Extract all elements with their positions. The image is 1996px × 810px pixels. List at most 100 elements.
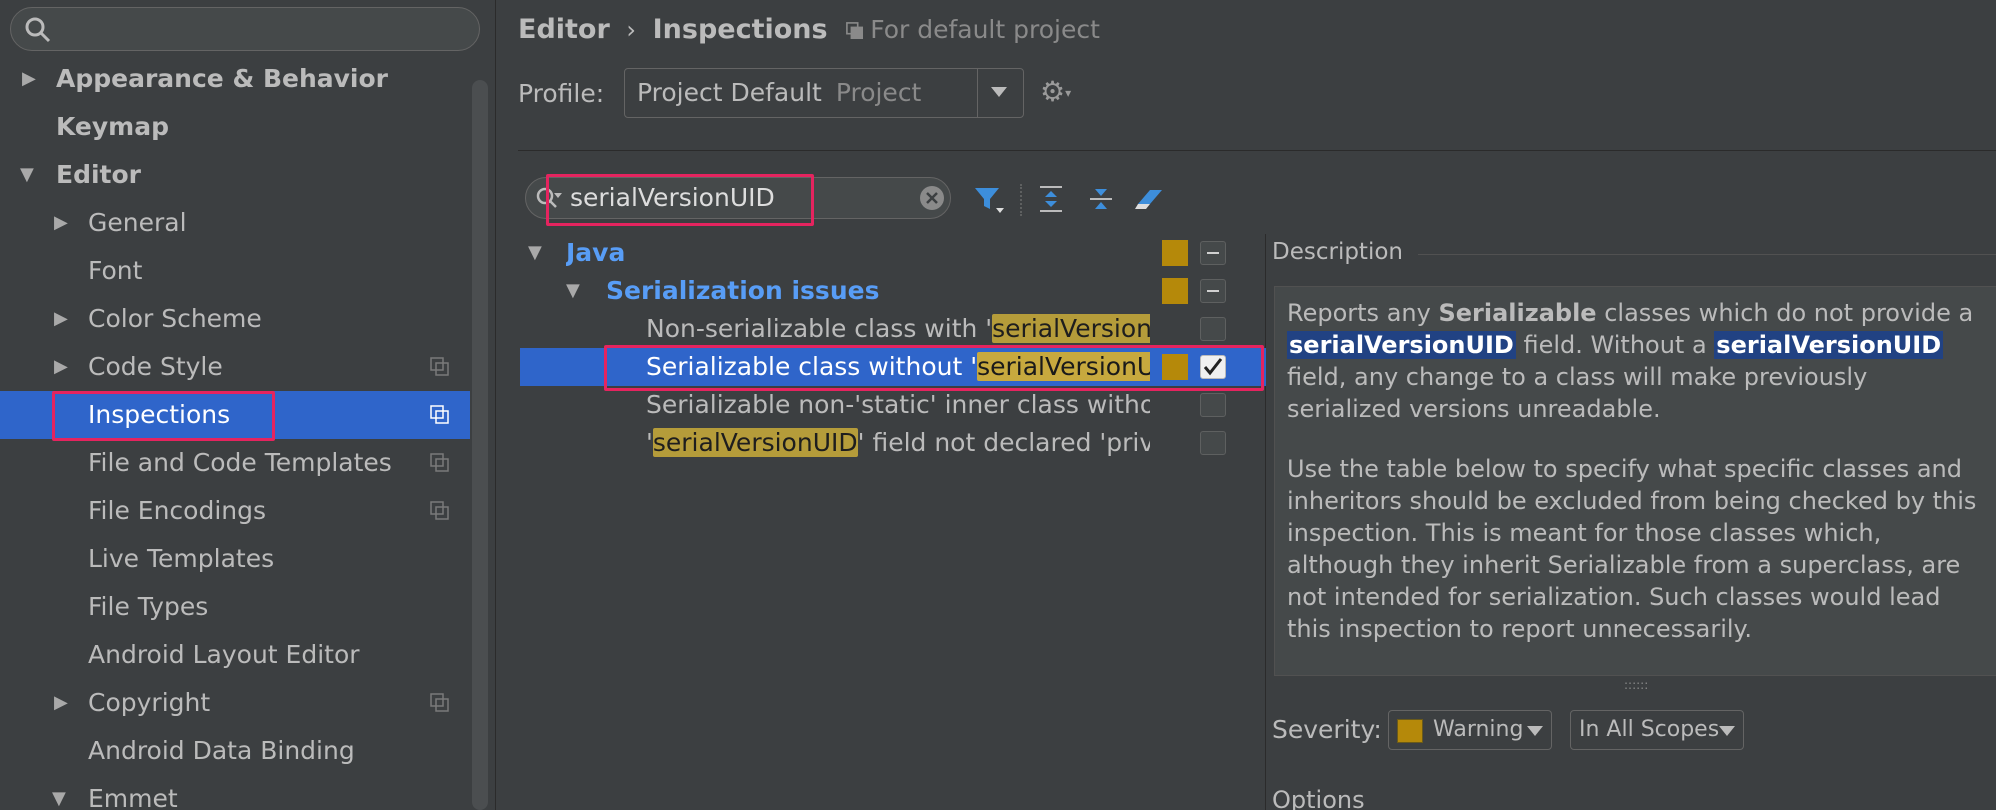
inspection-row[interactable]: 'serialVersionUID' field not declared 'p… xyxy=(520,424,1266,462)
sidebar-item-file-code-templates[interactable]: File and Code Templates xyxy=(0,439,470,487)
inspection-label: 'serialVersionUID' field not declared 'p… xyxy=(646,428,1150,457)
gear-icon[interactable]: ⚙▾ xyxy=(1040,76,1080,108)
sidebar-item-label: Inspections xyxy=(88,400,231,429)
toolbar-separator xyxy=(1020,184,1022,216)
profile-name: Project Default xyxy=(637,78,822,107)
options-heading: Options xyxy=(1272,786,1365,810)
breadcrumb-editor[interactable]: Editor xyxy=(518,14,610,45)
scope-text: For default project xyxy=(870,15,1100,44)
expand-arrow-icon[interactable]: ▶ xyxy=(54,295,68,343)
sidebar-item-live-templates[interactable]: Live Templates xyxy=(0,535,470,583)
sidebar-item-editor[interactable]: ▼ Editor xyxy=(0,151,470,199)
sidebar-item-font[interactable]: Font xyxy=(0,247,470,295)
inspection-checkbox[interactable] xyxy=(1200,393,1226,417)
inspection-row[interactable]: Serializable non-'static' inner class wi… xyxy=(520,386,1266,424)
sidebar-item-label: File Encodings xyxy=(88,496,267,525)
description-paragraph: Reports any Serializable classes which d… xyxy=(1287,299,1974,423)
inspection-label: Serializable non-'static' inner class wi… xyxy=(646,390,1150,419)
profile-dropdown[interactable]: Project Default Project xyxy=(624,68,1024,118)
expand-arrow-icon[interactable]: ▶ xyxy=(54,199,68,247)
inspection-label: Serializable class without 'serialVersio… xyxy=(646,348,1150,386)
inspection-checkbox[interactable] xyxy=(1200,355,1226,379)
sidebar-item-label: Code Style xyxy=(88,352,223,381)
sidebar-item-label: Color Scheme xyxy=(88,304,262,333)
sidebar-item-label: Font xyxy=(88,256,143,285)
sidebar-item-general[interactable]: ▶ General xyxy=(0,199,470,247)
eraser-icon[interactable] xyxy=(1132,182,1166,216)
inspection-row-selected[interactable]: Serializable class without 'serialVersio… xyxy=(520,348,1266,386)
sidebar-item-label: Editor xyxy=(56,160,141,189)
splitter-handle[interactable]: :::::: xyxy=(1624,678,1648,692)
inspection-filter-input[interactable]: serialVersionUID xyxy=(525,177,951,219)
project-settings-icon xyxy=(430,357,449,376)
sidebar-item-label: File Types xyxy=(88,592,209,621)
description-heading: Description xyxy=(1272,239,1403,265)
severity-dropdown[interactable]: Warning xyxy=(1388,710,1552,750)
separator xyxy=(518,150,1996,151)
project-settings-icon xyxy=(846,22,864,40)
sidebar-item-label: Appearance & Behavior xyxy=(56,64,388,93)
group-checkbox[interactable] xyxy=(1200,279,1226,303)
inspection-checkbox[interactable] xyxy=(1200,431,1226,455)
sidebar-item-color-scheme[interactable]: ▶ Color Scheme xyxy=(0,295,470,343)
inspection-row[interactable]: Non-serializable class with 'serialVersi… xyxy=(520,310,1266,348)
severity-value: Warning xyxy=(1433,717,1524,742)
severity-label: Severity: xyxy=(1272,715,1382,744)
sidebar-item-emmet[interactable]: ▼ Emmet xyxy=(0,775,470,810)
expand-arrow-icon[interactable]: ▶ xyxy=(54,679,68,727)
breadcrumb-scope: For default project xyxy=(846,15,1100,44)
sidebar-item-label: Android Layout Editor xyxy=(88,640,360,669)
sidebar-item-label: File and Code Templates xyxy=(88,448,392,477)
check-icon xyxy=(1203,358,1223,376)
scope-dropdown[interactable]: In All Scopes xyxy=(1570,710,1744,750)
sidebar-item-file-types[interactable]: File Types xyxy=(0,583,470,631)
separator xyxy=(1418,254,1996,255)
filter-value[interactable]: serialVersionUID xyxy=(570,180,775,216)
tree-group-java[interactable]: ▼ Java xyxy=(520,234,1266,272)
collapse-arrow-icon[interactable]: ▼ xyxy=(52,775,66,810)
sidebar-item-label: Android Data Binding xyxy=(88,736,355,765)
description-panel: Reports any Serializable classes which d… xyxy=(1274,286,1996,676)
expand-arrow-icon[interactable]: ▶ xyxy=(54,343,68,391)
sidebar-item-label: Emmet xyxy=(88,784,178,810)
inspections-tree: ▼ Java ▼ Serialization issues Non-serial… xyxy=(520,234,1266,810)
severity-swatch xyxy=(1397,719,1423,743)
chevron-down-icon xyxy=(1527,726,1543,736)
group-label: Java xyxy=(566,238,626,267)
settings-search-input[interactable] xyxy=(10,7,480,51)
sidebar-item-code-style[interactable]: ▶ Code Style xyxy=(0,343,470,391)
sidebar-item-label: Keymap xyxy=(56,112,170,141)
sidebar-scrollbar[interactable] xyxy=(472,80,488,810)
collapse-arrow-icon[interactable]: ▼ xyxy=(528,234,542,272)
tree-group-serialization[interactable]: ▼ Serialization issues xyxy=(520,272,1266,310)
severity-swatch xyxy=(1162,240,1188,266)
collapse-all-icon[interactable] xyxy=(1084,182,1118,216)
clear-icon[interactable] xyxy=(918,184,946,212)
profile-type: Project xyxy=(835,78,922,107)
expand-all-icon[interactable] xyxy=(1034,182,1068,216)
sidebar-item-copyright[interactable]: ▶ Copyright xyxy=(0,679,470,727)
sidebar-item-keymap[interactable]: Keymap xyxy=(0,103,470,151)
collapse-arrow-icon[interactable]: ▼ xyxy=(566,272,580,310)
expand-arrow-icon[interactable]: ▶ xyxy=(22,55,36,103)
sidebar-item-inspections[interactable]: Inspections xyxy=(0,391,470,439)
project-settings-icon xyxy=(430,405,449,424)
sidebar-item-file-encodings[interactable]: File Encodings xyxy=(0,487,470,535)
sidebar-item-label: Copyright xyxy=(88,688,211,717)
chevron-down-icon[interactable] xyxy=(991,87,1007,97)
sidebar-item-label: Live Templates xyxy=(88,544,275,573)
group-checkbox[interactable] xyxy=(1200,241,1226,265)
breadcrumb: Editor › Inspections For default project xyxy=(518,10,1100,50)
severity-swatch xyxy=(1162,354,1188,380)
sidebar-item-appearance-behavior[interactable]: ▶ Appearance & Behavior xyxy=(0,55,470,103)
scope-value: In All Scopes xyxy=(1579,717,1720,742)
inspection-checkbox[interactable] xyxy=(1200,317,1226,341)
collapse-arrow-icon[interactable]: ▼ xyxy=(20,151,34,199)
filter-icon[interactable] xyxy=(972,182,1006,216)
description-paragraph: Use the table below to specify what spec… xyxy=(1287,455,1977,643)
project-settings-icon xyxy=(430,501,449,520)
dropdown-divider xyxy=(977,69,978,117)
sidebar-item-android-layout-editor[interactable]: Android Layout Editor xyxy=(0,631,470,679)
sidebar-item-android-data-binding[interactable]: Android Data Binding xyxy=(0,727,470,775)
sidebar-item-label: General xyxy=(88,208,187,237)
